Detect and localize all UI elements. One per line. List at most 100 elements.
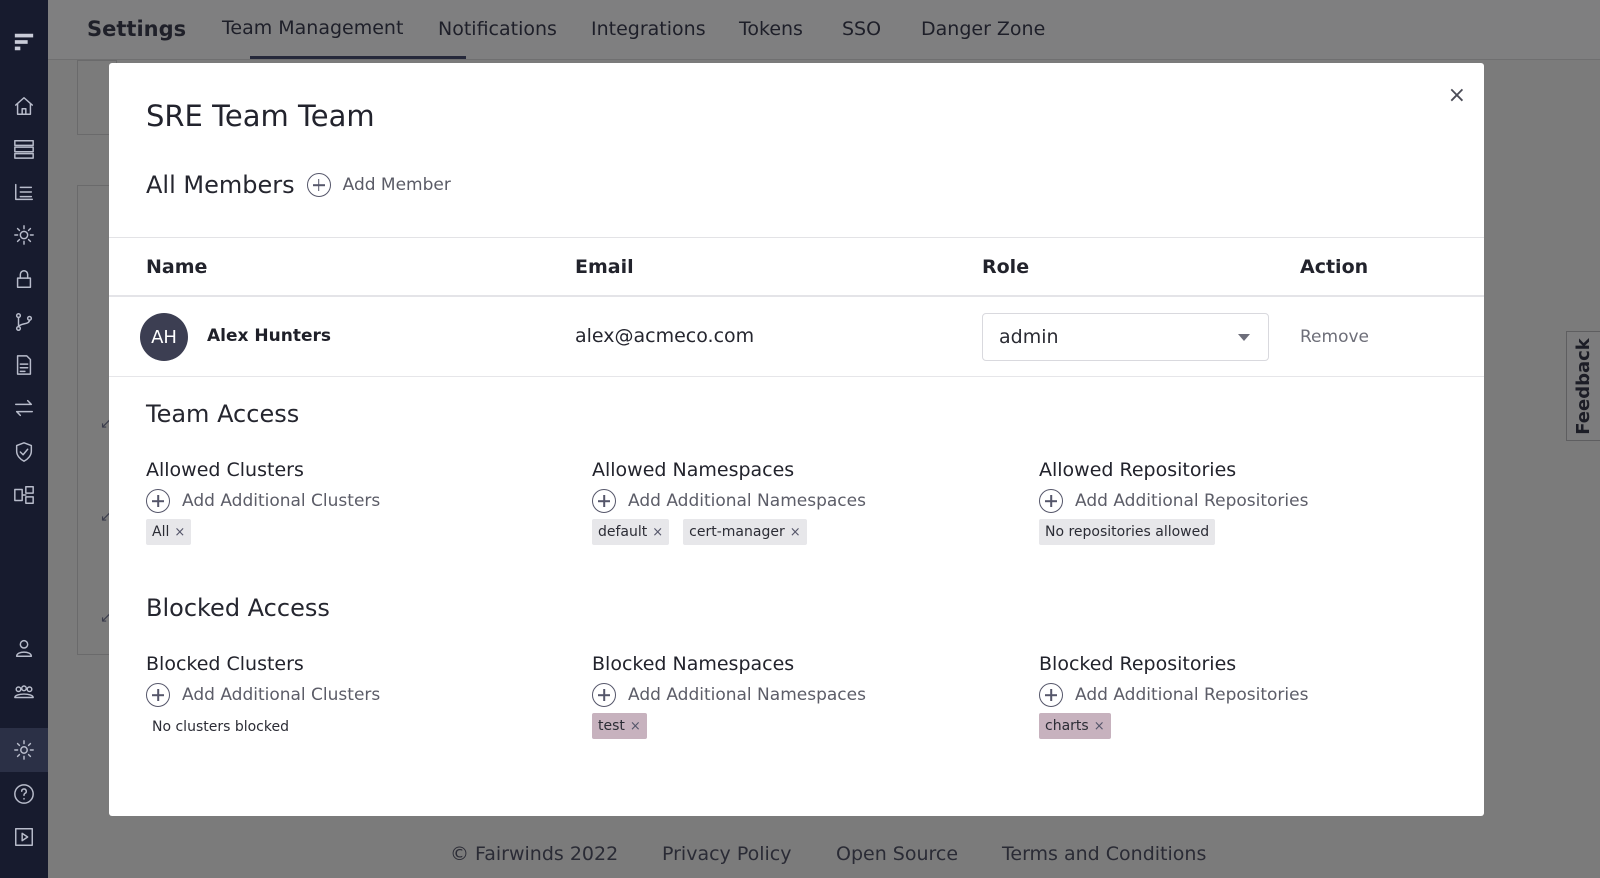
column-header-role: Role	[982, 256, 1030, 278]
settings-topbar: Settings Team Management Notifications I…	[48, 0, 1600, 60]
chip-label: cert-manager	[689, 524, 785, 540]
list-icon[interactable]	[8, 176, 40, 208]
team-access-title: Team Access	[146, 400, 300, 428]
tab-tokens[interactable]: Tokens	[739, 18, 803, 40]
add-blocked-clusters-button[interactable]: Add Additional Clusters	[146, 683, 566, 707]
plus-circle-icon	[592, 683, 616, 707]
remove-chip-icon[interactable]: ×	[790, 525, 801, 540]
blocked-clusters: Blocked Clusters Add Additional Clusters…	[146, 653, 566, 735]
chip-label: charts	[1045, 718, 1089, 734]
add-blocked-repositories-label: Add Additional Repositories	[1075, 685, 1309, 705]
column-header-email: Email	[575, 256, 634, 278]
chip: All ×	[146, 519, 192, 545]
blocked-namespaces: Blocked Namespaces Add Additional Namesp…	[592, 653, 1012, 739]
caret-down-icon	[1238, 334, 1250, 341]
remove-chip-icon[interactable]: ×	[652, 525, 663, 540]
chip-label: All	[152, 524, 170, 540]
play-video-icon[interactable]	[8, 821, 40, 853]
home-icon[interactable]	[8, 90, 40, 122]
team-icon[interactable]	[8, 676, 40, 708]
blocked-access-title: Blocked Access	[146, 594, 330, 622]
footer-link-terms[interactable]: Terms and Conditions	[1002, 843, 1206, 865]
remove-chip-icon[interactable]: ×	[174, 525, 185, 540]
add-allowed-namespaces-label: Add Additional Namespaces	[628, 491, 866, 511]
settings-gear-icon[interactable]	[8, 734, 40, 766]
remove-chip-icon[interactable]: ×	[630, 719, 641, 734]
remove-chip-icon[interactable]: ×	[1094, 719, 1105, 734]
sidebar	[0, 0, 48, 878]
feedback-label: Feedback	[1573, 337, 1595, 435]
plus-circle-icon	[1039, 489, 1063, 513]
plus-circle-icon	[306, 173, 331, 197]
tab-integrations[interactable]: Integrations	[591, 18, 706, 40]
blocked-repositories: Blocked Repositories Add Additional Repo…	[1039, 653, 1459, 739]
no-clusters-blocked-text: No clusters blocked	[152, 719, 289, 735]
chip-label: test	[598, 718, 625, 734]
allowed-clusters: Allowed Clusters Add Additional Clusters…	[146, 459, 566, 545]
allowed-clusters-label: Allowed Clusters	[146, 459, 304, 481]
tab-notifications[interactable]: Notifications	[438, 18, 557, 40]
add-blocked-namespaces-label: Add Additional Namespaces	[628, 685, 866, 705]
remove-member-button[interactable]: Remove	[1300, 327, 1369, 347]
plus-circle-icon	[592, 489, 616, 513]
add-allowed-clusters-label: Add Additional Clusters	[182, 491, 381, 511]
add-allowed-namespaces-button[interactable]: Add Additional Namespaces	[592, 489, 1012, 513]
add-member-label: Add Member	[342, 175, 451, 195]
allowed-namespaces-label: Allowed Namespaces	[592, 459, 795, 481]
members-header: All Members Add Member	[146, 171, 451, 199]
chip: cert-manager ×	[683, 519, 807, 545]
column-header-name: Name	[146, 256, 208, 278]
tab-danger-zone[interactable]: Danger Zone	[921, 18, 1045, 40]
close-icon[interactable]: ×	[1448, 83, 1466, 108]
feedback-tab[interactable]: Feedback	[1566, 331, 1600, 441]
chip-label: default	[598, 524, 648, 540]
member-email: alex@acmeco.com	[575, 325, 755, 347]
active-tab-underline	[250, 56, 466, 59]
footer-link-open-source[interactable]: Open Source	[836, 843, 958, 865]
footer-copyright: © Fairwinds 2022	[450, 843, 619, 865]
chip: No repositories allowed	[1039, 519, 1216, 545]
blocked-namespaces-label: Blocked Namespaces	[592, 653, 795, 675]
avatar: AH	[140, 313, 188, 361]
report-icon[interactable]	[8, 349, 40, 381]
role-select[interactable]: admin	[982, 313, 1269, 361]
add-blocked-namespaces-button[interactable]: Add Additional Namespaces	[592, 683, 1012, 707]
git-branch-icon[interactable]	[8, 306, 40, 338]
policy-gear-icon[interactable]	[8, 219, 40, 251]
lock-icon[interactable]	[8, 263, 40, 295]
table-row: AH Alex Hunters alex@acmeco.com admin Re…	[109, 297, 1484, 377]
add-allowed-clusters-button[interactable]: Add Additional Clusters	[146, 489, 566, 513]
blocked-clusters-label: Blocked Clusters	[146, 653, 304, 675]
members-heading: All Members	[146, 171, 295, 199]
plus-circle-icon	[1039, 683, 1063, 707]
allowed-repositories: Allowed Repositories Add Additional Repo…	[1039, 459, 1459, 545]
chip: default ×	[592, 519, 670, 545]
plus-circle-icon	[146, 489, 170, 513]
chip: charts ×	[1039, 713, 1111, 739]
add-allowed-repositories-label: Add Additional Repositories	[1075, 491, 1309, 511]
page-title: Settings	[87, 17, 187, 41]
team-modal: × SRE Team Team All Members Add Member N…	[109, 63, 1484, 816]
fairwinds-logo-icon[interactable]	[8, 26, 40, 58]
shield-check-icon[interactable]	[8, 436, 40, 468]
allowed-repositories-label: Allowed Repositories	[1039, 459, 1237, 481]
modal-title: SRE Team Team	[146, 99, 375, 133]
help-icon[interactable]	[8, 778, 40, 810]
add-blocked-repositories-button[interactable]: Add Additional Repositories	[1039, 683, 1459, 707]
members-table-header: Name Email Role Action	[109, 237, 1484, 297]
column-header-action: Action	[1300, 256, 1369, 278]
user-icon[interactable]	[8, 632, 40, 664]
allowed-namespaces: Allowed Namespaces Add Additional Namesp…	[592, 459, 1012, 545]
footer-link-privacy[interactable]: Privacy Policy	[662, 843, 791, 865]
add-allowed-repositories-button[interactable]: Add Additional Repositories	[1039, 489, 1459, 513]
add-member-button[interactable]: Add Member	[306, 173, 451, 197]
tab-sso[interactable]: SSO	[842, 18, 881, 40]
chip-label: No repositories allowed	[1045, 524, 1210, 540]
tab-team-management[interactable]: Team Management	[222, 17, 403, 39]
integrations-icon[interactable]	[8, 479, 40, 511]
add-blocked-clusters-label: Add Additional Clusters	[182, 685, 381, 705]
transfer-icon[interactable]	[8, 392, 40, 424]
clusters-icon[interactable]	[8, 133, 40, 165]
chip: test ×	[592, 713, 647, 739]
blocked-repositories-label: Blocked Repositories	[1039, 653, 1237, 675]
